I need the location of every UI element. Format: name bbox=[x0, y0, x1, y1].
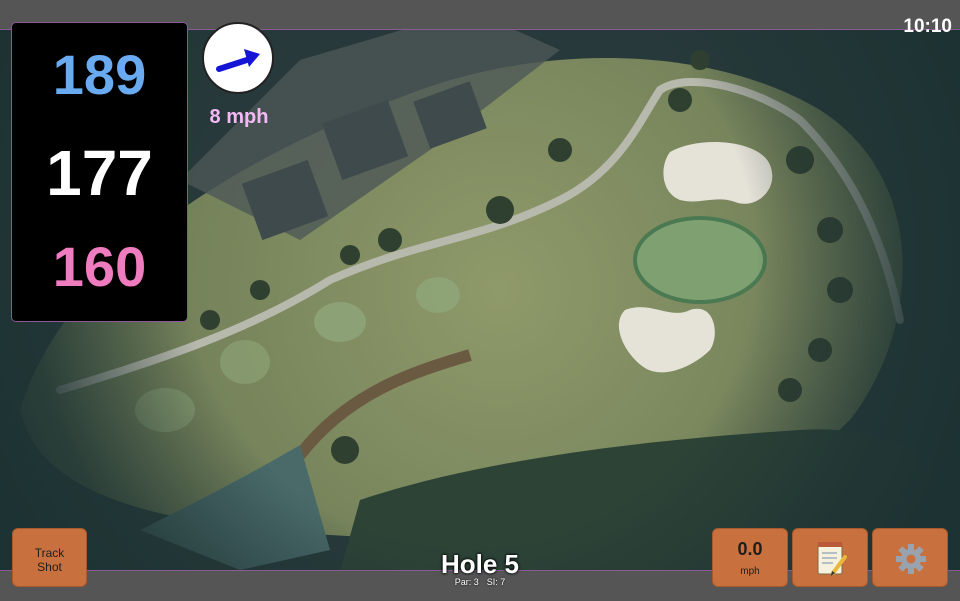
gear-icon bbox=[896, 544, 926, 574]
speed-unit: mph bbox=[740, 566, 760, 577]
speed-value: 0.0 bbox=[737, 539, 763, 559]
notepad-icon bbox=[817, 542, 847, 576]
settings-button[interactable] bbox=[872, 528, 948, 587]
speed-button[interactable]: 0.0 mph bbox=[712, 528, 788, 587]
hole-par: Par: 3 bbox=[454, 577, 479, 587]
track-shot-button[interactable]: Track Shot bbox=[12, 528, 87, 587]
hole-info: Par: 3 SI: 7 bbox=[380, 577, 580, 587]
hole-si: SI: 7 bbox=[486, 577, 506, 587]
notes-button[interactable] bbox=[792, 528, 868, 587]
track-shot-label-line2: Shot bbox=[37, 560, 62, 574]
hole-title: Hole 5 bbox=[440, 549, 520, 579]
wind-speed: 8 mph bbox=[209, 106, 269, 128]
middle-distance: 177 bbox=[46, 137, 153, 209]
track-shot-label-line1: Track bbox=[34, 546, 65, 560]
wind-indicator bbox=[202, 22, 274, 94]
distance-panel: 189 177 160 bbox=[11, 22, 188, 322]
clock: 10:10 bbox=[903, 16, 952, 37]
front-distance: 160 bbox=[52, 235, 147, 298]
arrow-icon bbox=[216, 49, 260, 72]
back-distance: 189 bbox=[52, 43, 147, 106]
